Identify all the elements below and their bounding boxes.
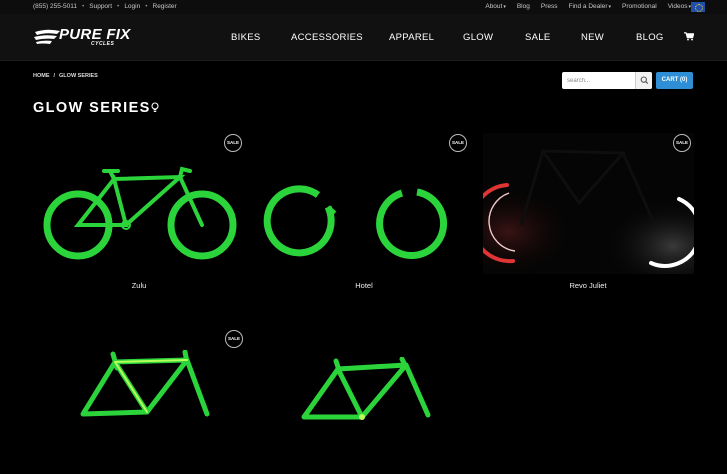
nav-glow[interactable]: GLOW bbox=[463, 32, 493, 43]
videos-label: Videos bbox=[667, 3, 688, 10]
glow-frame-image bbox=[80, 350, 210, 417]
sale-badge: SALE bbox=[224, 134, 242, 152]
page-title: GLOW SERIES bbox=[33, 100, 151, 116]
hotel-wheels-image bbox=[263, 185, 448, 259]
product-name[interactable]: Hotel bbox=[355, 281, 373, 290]
cart-button[interactable]: CART (0) bbox=[656, 72, 693, 89]
separator: • bbox=[81, 3, 85, 10]
zulu-bike-image bbox=[43, 166, 237, 260]
promotional-link[interactable]: Promotional bbox=[622, 3, 657, 10]
blog-top-link[interactable]: Blog bbox=[517, 3, 530, 10]
sale-badge: SALE bbox=[673, 134, 691, 152]
search-button[interactable] bbox=[635, 72, 652, 89]
main-header: PURE FIX CYCLES BIKES ACCESSORIES APPARE… bbox=[0, 14, 727, 61]
cart-icon[interactable] bbox=[684, 32, 694, 41]
separator: • bbox=[117, 3, 120, 10]
search-box bbox=[562, 72, 652, 89]
logo-swoosh-icon bbox=[34, 29, 60, 44]
glow-frame-image bbox=[301, 357, 431, 420]
login-link[interactable]: Login bbox=[124, 3, 140, 10]
phone-number[interactable]: (855) 255-5011 bbox=[33, 3, 77, 10]
chevron-down-icon: ▾ bbox=[608, 4, 612, 10]
nav-accessories[interactable]: ACCESSORIES bbox=[291, 32, 363, 43]
find-dealer-label: Find a Dealer bbox=[568, 3, 608, 10]
product-name[interactable]: Revo Juliet bbox=[569, 281, 606, 290]
sale-badge: SALE bbox=[449, 134, 467, 152]
breadcrumb-current: GLOW SERIES bbox=[59, 73, 98, 79]
utility-left: (855) 255-5011 • Support • Login • Regis… bbox=[33, 3, 177, 10]
eu-flag-icon[interactable] bbox=[691, 2, 705, 12]
revo-juliet-bike-image bbox=[483, 133, 694, 274]
breadcrumb-home[interactable]: HOME bbox=[33, 73, 50, 79]
find-dealer-link[interactable]: Find a Dealer▾ bbox=[568, 3, 611, 10]
search-input[interactable] bbox=[562, 72, 636, 89]
lightbulb-icon bbox=[151, 102, 159, 112]
nav-blog[interactable]: BLOG bbox=[636, 32, 664, 43]
utility-bar: (855) 255-5011 • Support • Login • Regis… bbox=[0, 0, 727, 14]
sale-badge: SALE bbox=[225, 330, 243, 348]
videos-link[interactable]: Videos▾ bbox=[668, 3, 691, 10]
breadcrumb: HOME / GLOW SERIES bbox=[33, 73, 98, 79]
nav-apparel[interactable]: APPAREL bbox=[389, 32, 434, 43]
support-link[interactable]: Support bbox=[89, 3, 112, 10]
register-link[interactable]: Register bbox=[153, 3, 177, 10]
logo-subtext: CYCLES bbox=[91, 41, 115, 47]
about-link[interactable]: About▾ bbox=[485, 3, 506, 10]
utility-right: About▾ Blog Press Find a Dealer▾ Promoti… bbox=[485, 3, 691, 10]
press-link[interactable]: Press bbox=[541, 3, 558, 10]
search-icon bbox=[640, 76, 649, 85]
nav-bikes[interactable]: BIKES bbox=[231, 32, 261, 43]
chevron-down-icon: ▾ bbox=[503, 4, 506, 10]
breadcrumb-separator: / bbox=[53, 73, 56, 79]
nav-sale[interactable]: SALE bbox=[525, 32, 551, 43]
about-label: About bbox=[485, 3, 503, 10]
separator: • bbox=[145, 3, 148, 10]
nav-new[interactable]: NEW bbox=[581, 32, 604, 43]
logo[interactable]: PURE FIX CYCLES bbox=[33, 26, 133, 50]
product-name[interactable]: Zulu bbox=[132, 281, 147, 290]
